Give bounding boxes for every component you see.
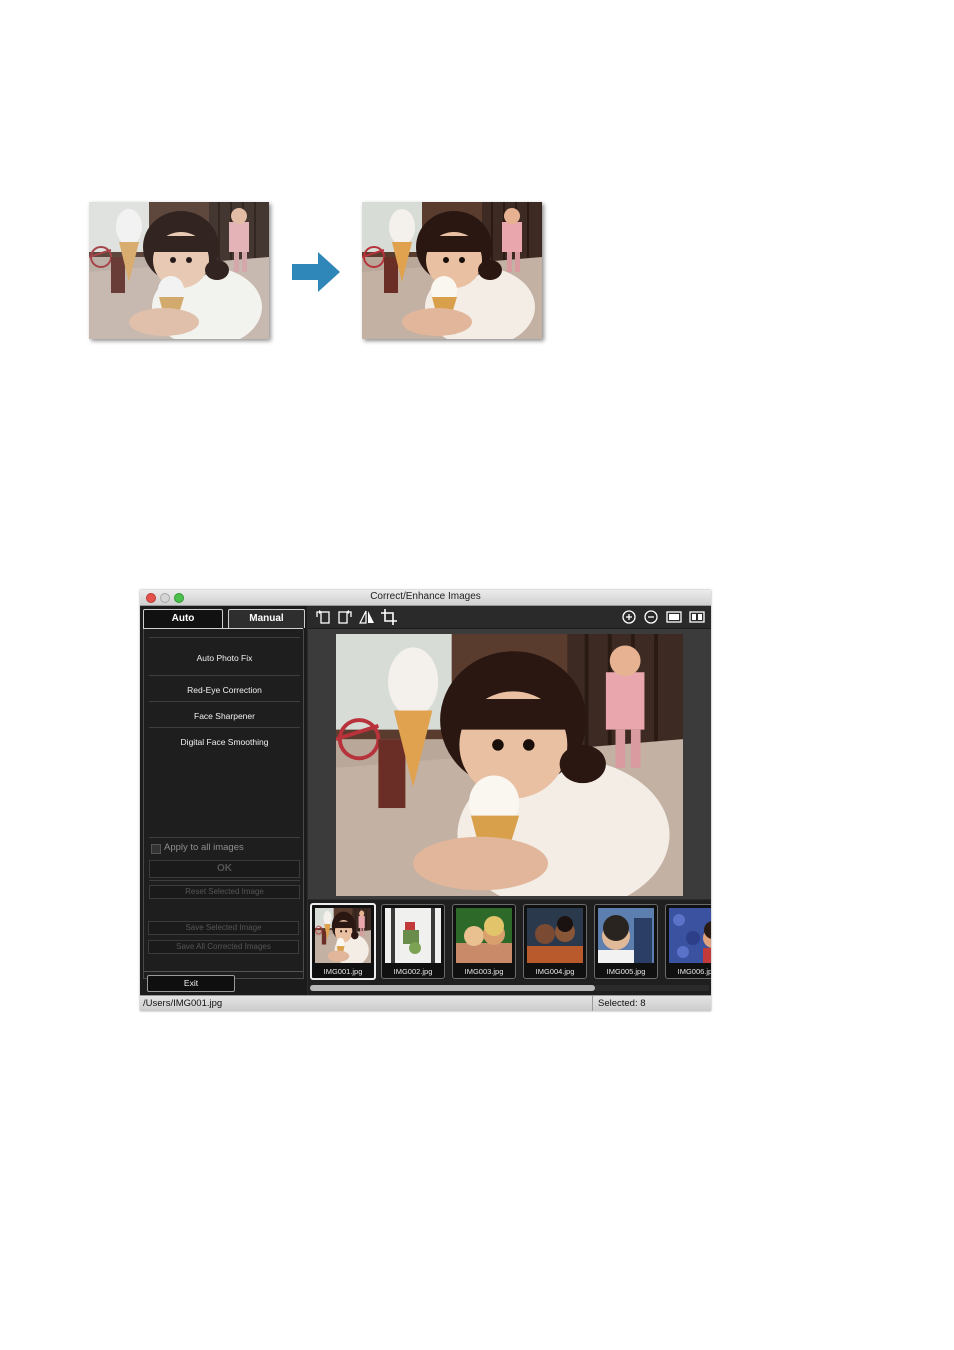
thumbnail-img006[interactable]: IMG006.jpg bbox=[665, 904, 711, 979]
preview-image[interactable] bbox=[336, 634, 683, 896]
face-sharpener-button[interactable]: Face Sharpener bbox=[149, 711, 300, 721]
divider bbox=[149, 637, 300, 638]
before-photo bbox=[89, 202, 269, 339]
preview-area bbox=[308, 629, 711, 899]
thumbnail-name: IMG006.jpg bbox=[677, 967, 711, 976]
apply-all-checkbox[interactable] bbox=[151, 844, 161, 854]
divider bbox=[143, 971, 303, 972]
after-photo bbox=[362, 202, 542, 339]
apply-all-label: Apply to all images bbox=[164, 842, 244, 853]
left-panel: Auto Manual Auto Photo Fix Red-Eye Corre… bbox=[140, 606, 307, 995]
thumbnail-image bbox=[456, 908, 512, 963]
thumbnail-image bbox=[527, 908, 583, 963]
exit-button[interactable]: Exit bbox=[147, 975, 235, 992]
divider bbox=[149, 880, 300, 881]
thumbnail-image bbox=[598, 908, 654, 963]
filmstrip: IMG001.jpg IMG002.jpg IMG003.jpg IMG004.… bbox=[308, 900, 711, 995]
thumbnail-name: IMG001.jpg bbox=[323, 967, 363, 976]
thumbnail-img002[interactable]: IMG002.jpg bbox=[381, 904, 445, 979]
flip-icon[interactable] bbox=[359, 609, 375, 625]
thumbnail-img004[interactable]: IMG004.jpg bbox=[523, 904, 587, 979]
window-title: Correct/Enhance Images bbox=[370, 591, 481, 602]
thumbnail-image bbox=[385, 908, 441, 963]
zoom-out-icon[interactable] bbox=[643, 609, 659, 625]
status-bar: /Users/IMG001.jpg Selected: 8 bbox=[140, 995, 711, 1011]
reset-selected-image-button[interactable]: Reset Selected Image bbox=[149, 885, 300, 899]
ok-button[interactable]: OK bbox=[149, 860, 300, 878]
tab-manual[interactable]: Manual bbox=[228, 609, 305, 628]
divider bbox=[149, 701, 300, 702]
save-selected-image-button[interactable]: Save Selected Image bbox=[148, 921, 299, 935]
scrollbar-thumb[interactable] bbox=[310, 985, 595, 991]
red-eye-correction-button[interactable]: Red-Eye Correction bbox=[149, 685, 300, 695]
crop-icon[interactable] bbox=[381, 609, 397, 625]
status-divider bbox=[592, 996, 593, 1011]
zoom-in-icon[interactable] bbox=[621, 609, 637, 625]
toolbar bbox=[308, 606, 711, 629]
thumbnail-img003[interactable]: IMG003.jpg bbox=[452, 904, 516, 979]
rotate-left-icon[interactable] bbox=[315, 609, 331, 625]
divider bbox=[149, 727, 300, 728]
compare-view-icon[interactable] bbox=[689, 609, 705, 625]
save-all-corrected-images-button[interactable]: Save All Corrected Images bbox=[148, 940, 299, 954]
single-view-icon[interactable] bbox=[666, 609, 682, 625]
digital-face-smoothing-button[interactable]: Digital Face Smoothing bbox=[149, 737, 300, 747]
thumbnail-name: IMG005.jpg bbox=[606, 967, 646, 976]
arrow-right-icon bbox=[292, 252, 340, 292]
thumbnail-name: IMG002.jpg bbox=[393, 967, 433, 976]
thumbnail-img005[interactable]: IMG005.jpg bbox=[594, 904, 658, 979]
status-selected-count: Selected: 8 bbox=[598, 998, 646, 1009]
auto-photo-fix-button[interactable]: Auto Photo Fix bbox=[149, 653, 300, 663]
correct-enhance-window: Correct/Enhance Images Auto Manual Auto … bbox=[140, 590, 711, 1011]
thumbnail-name: IMG004.jpg bbox=[535, 967, 575, 976]
thumbnail-image bbox=[315, 908, 371, 963]
tab-auto[interactable]: Auto bbox=[143, 609, 223, 628]
divider bbox=[149, 675, 300, 676]
divider bbox=[149, 837, 300, 838]
status-file-path: /Users/IMG001.jpg bbox=[143, 998, 223, 1009]
thumbnail-image bbox=[669, 908, 711, 963]
filmstrip-scrollbar[interactable] bbox=[310, 985, 709, 991]
title-bar: Correct/Enhance Images bbox=[140, 590, 711, 606]
rotate-right-icon[interactable] bbox=[337, 609, 353, 625]
thumbnail-name: IMG003.jpg bbox=[464, 967, 504, 976]
thumbnail-img001[interactable]: IMG001.jpg bbox=[310, 903, 376, 980]
